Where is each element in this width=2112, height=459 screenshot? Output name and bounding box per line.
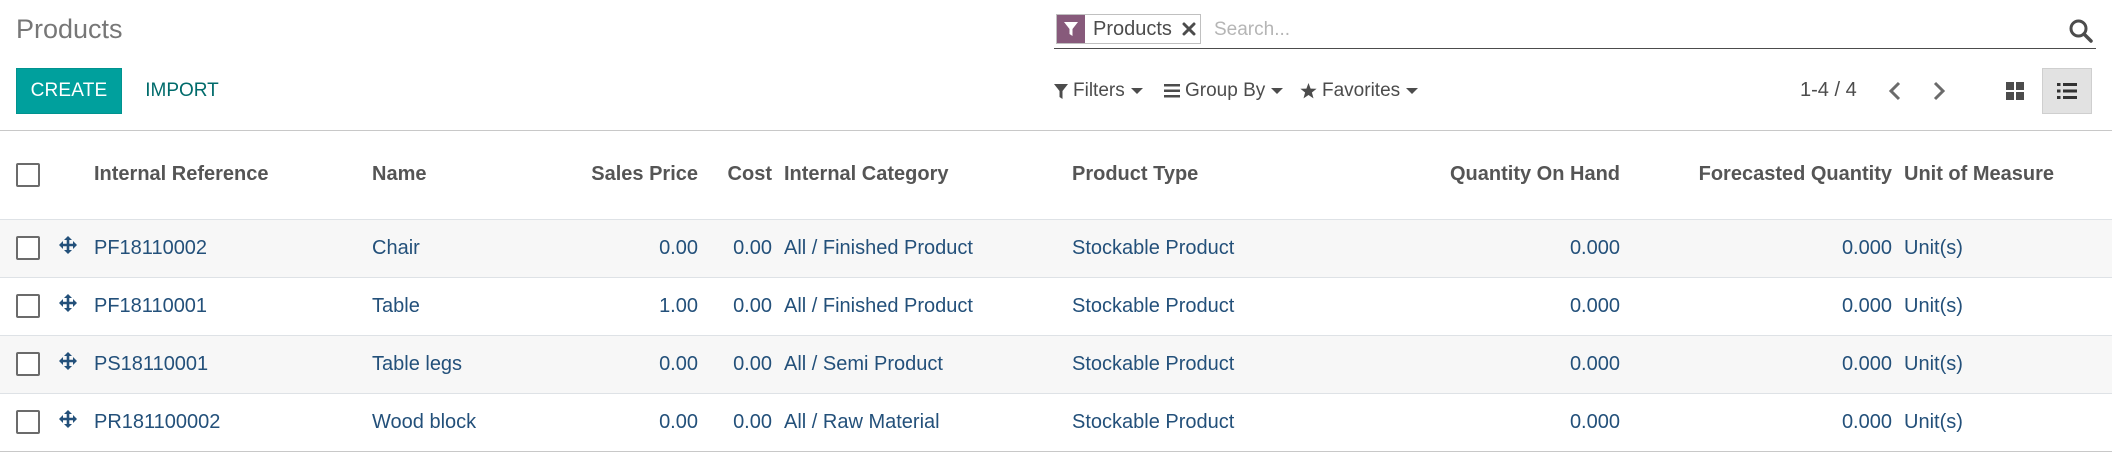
filters-label: Filters — [1073, 80, 1125, 101]
column-header[interactable]: Internal Reference — [88, 131, 366, 219]
internal-category-cell: All / Finished Product — [784, 294, 973, 317]
quantity-on-hand-cell: 0.000 — [1569, 410, 1620, 433]
list-view-icon[interactable] — [2042, 68, 2092, 114]
search-bar: Products — [1054, 14, 2096, 49]
column-header[interactable]: Cost — [704, 131, 778, 219]
internal-reference-cell: PS18110001 — [94, 352, 209, 375]
products-table: Internal Reference Name Sales Price Cost… — [0, 131, 2112, 452]
column-header[interactable]: Sales Price — [566, 131, 704, 219]
star-icon — [1300, 83, 1317, 99]
product-type-cell: Stockable Product — [1072, 352, 1235, 375]
name-cell: Table — [372, 294, 420, 317]
table-row[interactable]: PF18110002 Chair 0.00 0.00 All / Finishe… — [0, 219, 2112, 277]
drag-handle-icon[interactable] — [58, 351, 78, 371]
filters-dropdown[interactable]: Filters — [1054, 78, 1143, 104]
internal-reference-cell: PR181100002 — [94, 410, 221, 433]
drag-handle-icon[interactable] — [58, 293, 78, 313]
product-type-cell: Stockable Product — [1072, 410, 1235, 433]
product-type-cell: Stockable Product — [1072, 236, 1235, 259]
row-checkbox[interactable] — [16, 236, 40, 260]
internal-category-cell: All / Semi Product — [784, 352, 943, 375]
column-header[interactable]: Internal Category — [778, 131, 1066, 219]
column-header[interactable]: Quantity On Hand — [1338, 131, 1626, 219]
internal-category-cell: All / Finished Product — [784, 236, 973, 259]
pager-value[interactable]: 1-4 / 4 — [1800, 79, 1857, 102]
sales-price-cell: 0.00 — [659, 236, 698, 259]
unit-of-measure-cell: Unit(s) — [1904, 352, 1963, 375]
column-header[interactable]: Name — [366, 131, 566, 219]
cost-cell: 0.00 — [733, 410, 772, 433]
product-type-cell: Stockable Product — [1072, 294, 1235, 317]
filter-icon — [1057, 15, 1085, 43]
table-header-row: Internal Reference Name Sales Price Cost… — [0, 131, 2112, 219]
drag-handle-icon[interactable] — [58, 409, 78, 429]
filter-icon — [1054, 83, 1068, 99]
column-header[interactable]: Unit of Measure — [1898, 131, 2112, 219]
name-cell: Chair — [372, 236, 420, 259]
search-icon[interactable] — [2068, 18, 2094, 44]
row-checkbox[interactable] — [16, 352, 40, 376]
favorites-dropdown[interactable]: Favorites — [1300, 78, 1419, 104]
internal-reference-cell: PF18110002 — [94, 236, 208, 259]
quantity-on-hand-cell: 0.000 — [1569, 352, 1620, 375]
control-panel: Products CREATE IMPORT Products Filters … — [0, 0, 2112, 131]
group-by-dropdown[interactable]: Group By — [1164, 78, 1284, 104]
search-facet[interactable]: Products — [1056, 14, 1201, 44]
column-header[interactable]: Forecasted Quantity — [1626, 131, 1898, 219]
quantity-on-hand-cell: 0.000 — [1569, 236, 1620, 259]
sales-price-cell: 0.00 — [659, 410, 698, 433]
forecasted-quantity-cell: 0.000 — [1841, 352, 1892, 375]
sales-price-cell: 1.00 — [659, 294, 698, 317]
forecasted-quantity-cell: 0.000 — [1841, 410, 1892, 433]
name-cell: Table legs — [372, 352, 463, 375]
row-checkbox[interactable] — [16, 294, 40, 318]
group-by-label: Group By — [1185, 80, 1266, 101]
chevron-right-icon[interactable] — [1922, 74, 1956, 108]
internal-reference-cell: PF18110001 — [94, 294, 208, 317]
name-cell: Wood block — [372, 410, 477, 433]
select-all-checkbox[interactable] — [16, 162, 40, 187]
internal-category-cell: All / Raw Material — [784, 410, 940, 433]
caret-down-icon — [1130, 88, 1143, 94]
drag-handle-icon[interactable] — [58, 235, 78, 255]
facet-label: Products — [1093, 17, 1172, 40]
list-icon — [1164, 84, 1180, 98]
forecasted-quantity-cell: 0.000 — [1841, 294, 1892, 317]
chevron-left-icon[interactable] — [1878, 74, 1912, 108]
caret-down-icon — [1406, 88, 1419, 94]
search-input[interactable] — [1214, 16, 2034, 44]
unit-of-measure-cell: Unit(s) — [1904, 410, 1963, 433]
table-row[interactable]: PR181100002 Wood block 0.00 0.00 All / R… — [0, 393, 2112, 451]
row-checkbox[interactable] — [16, 410, 40, 434]
page-title: Products — [16, 14, 123, 44]
close-icon[interactable] — [1178, 15, 1200, 43]
cost-cell: 0.00 — [733, 352, 772, 375]
table-row[interactable]: PF18110001 Table 1.00 0.00 All / Finishe… — [0, 277, 2112, 335]
kanban-view-icon[interactable] — [1990, 68, 2040, 114]
favorites-label: Favorites — [1322, 80, 1401, 101]
caret-down-icon — [1271, 88, 1284, 94]
unit-of-measure-cell: Unit(s) — [1904, 294, 1963, 317]
import-button[interactable]: IMPORT — [132, 68, 232, 114]
quantity-on-hand-cell: 0.000 — [1569, 294, 1620, 317]
column-header[interactable]: Product Type — [1066, 131, 1338, 219]
cost-cell: 0.00 — [733, 294, 772, 317]
sales-price-cell: 0.00 — [659, 352, 698, 375]
table-row[interactable]: PS18110001 Table legs 0.00 0.00 All / Se… — [0, 335, 2112, 393]
create-button[interactable]: CREATE — [16, 68, 122, 114]
unit-of-measure-cell: Unit(s) — [1904, 236, 1963, 259]
cost-cell: 0.00 — [733, 236, 772, 259]
forecasted-quantity-cell: 0.000 — [1841, 236, 1892, 259]
